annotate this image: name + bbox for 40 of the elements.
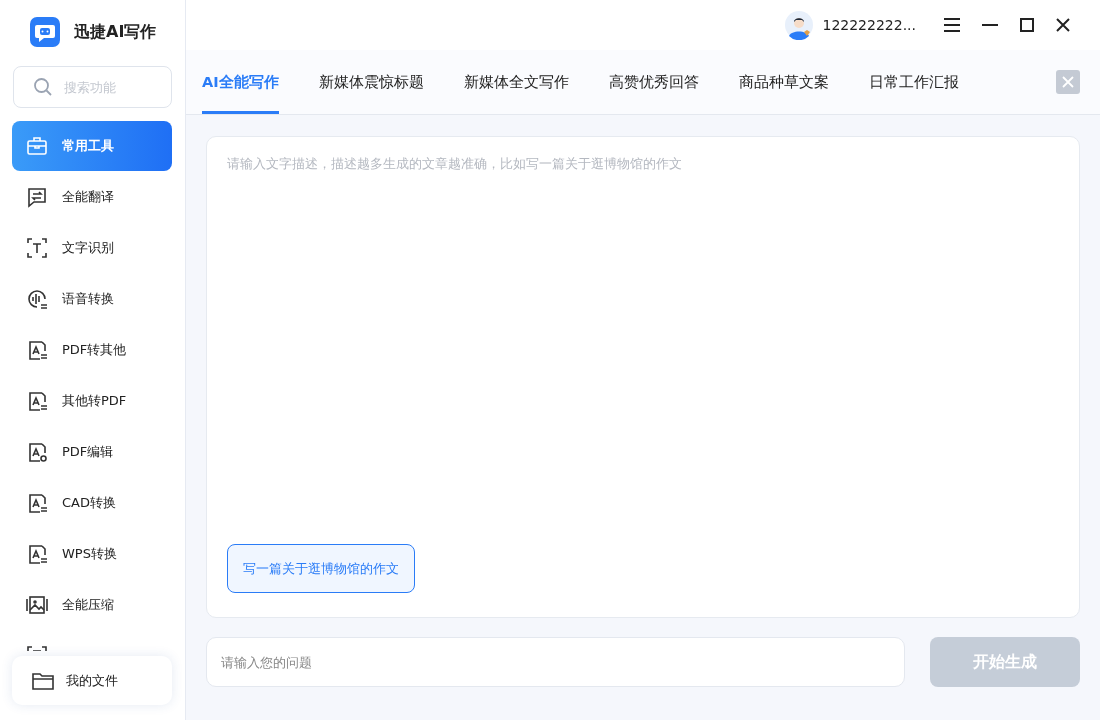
maximize-icon[interactable] xyxy=(1020,18,1034,32)
sidebar-item[interactable]: CAD转换 xyxy=(12,478,172,528)
document-stack-icon xyxy=(26,390,48,412)
robot-chat-logo-icon xyxy=(30,17,60,47)
my-files-button[interactable]: 我的文件 xyxy=(12,656,172,705)
sidebar-item[interactable]: 常用工具 xyxy=(12,121,172,171)
sidebar-item[interactable]: 其他转PDF xyxy=(12,376,172,426)
avatar-icon xyxy=(784,10,815,40)
search-icon xyxy=(33,77,53,97)
image-compress-icon xyxy=(26,594,48,616)
app-title: 迅捷AI写作 xyxy=(74,21,157,43)
close-icon xyxy=(1062,76,1074,88)
user-name[interactable]: 122222222... xyxy=(822,17,916,33)
tab[interactable]: 商品种草文案 xyxy=(738,50,829,114)
tab[interactable]: AI全能写作 xyxy=(202,50,279,114)
question-field[interactable]: 请输入您的问题 xyxy=(206,637,905,687)
folder-icon xyxy=(32,670,54,691)
tab[interactable]: 日常工作汇报 xyxy=(868,50,959,114)
sidebar-item[interactable]: WPS转换 xyxy=(12,529,172,579)
document-convert-icon xyxy=(26,339,48,361)
sidebar-item[interactable]: 全能压缩 xyxy=(12,580,172,630)
document-convert-icon xyxy=(26,543,48,565)
menu-icon[interactable] xyxy=(944,18,960,32)
sidebar-item[interactable]: PDF编辑 xyxy=(12,427,172,477)
tab[interactable]: 新媒体全文写作 xyxy=(463,50,569,114)
search-field[interactable]: 搜索功能 xyxy=(13,66,172,108)
sidebar-item[interactable]: 全能翻译 xyxy=(12,172,172,222)
voice-wave-icon xyxy=(26,288,48,310)
tab[interactable]: 高赞优秀回答 xyxy=(608,50,699,114)
toolbox-icon xyxy=(26,135,48,157)
sidebar-item[interactable]: 文字识别 xyxy=(12,223,172,273)
sidebar-item[interactable]: 语音转换 xyxy=(12,274,172,324)
document-convert-icon xyxy=(26,492,48,514)
sidebar-item[interactable]: PDF转其他 xyxy=(12,325,172,375)
suggestion-chip[interactable]: 写一篇关于逛博物馆的作文 xyxy=(227,544,415,593)
translate-icon xyxy=(26,186,48,208)
document-gear-icon xyxy=(26,441,48,463)
tab[interactable]: 新媒体震惊标题 xyxy=(318,50,424,114)
text-scan-icon xyxy=(26,237,48,259)
close-icon[interactable] xyxy=(1056,18,1070,32)
